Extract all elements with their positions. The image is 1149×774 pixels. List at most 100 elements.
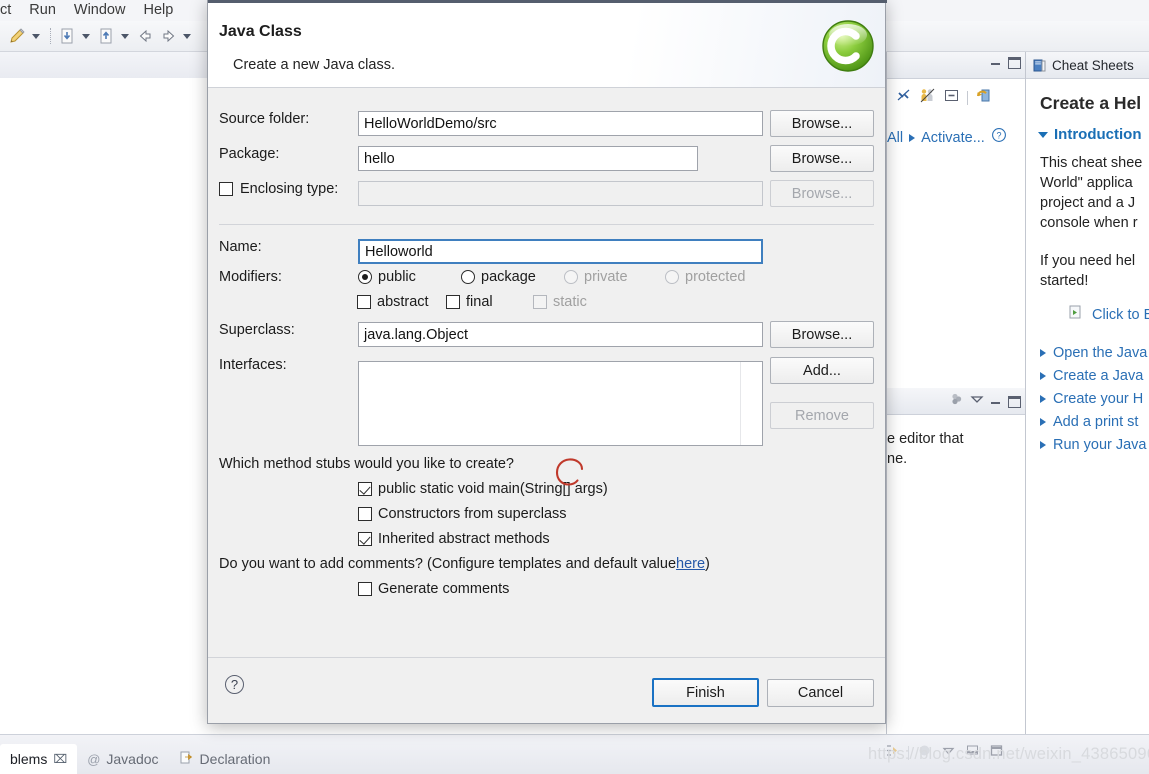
nav-dropdown-caret-icon[interactable] xyxy=(180,25,193,47)
close-icon[interactable]: ⌧ xyxy=(53,752,67,766)
checkbox-final[interactable] xyxy=(446,295,460,309)
maximize-icon[interactable] xyxy=(1008,56,1021,69)
cheat-sheets-tabstrip[interactable]: Cheat Sheets xyxy=(1026,52,1149,79)
superclass-browse-button[interactable]: Browse... xyxy=(770,321,874,348)
cancel-button[interactable]: Cancel xyxy=(767,679,874,707)
source-folder-label: Source folder: xyxy=(219,111,310,127)
interfaces-listbox[interactable] xyxy=(358,361,763,446)
menu-item-window[interactable]: Window xyxy=(65,0,135,21)
forward-arrow-icon[interactable] xyxy=(157,25,179,47)
minimize-icon[interactable] xyxy=(989,394,1004,409)
cheat-sheet-step-4[interactable]: Add a print st xyxy=(1040,414,1149,430)
cheat-sheet-step-5[interactable]: Run your Java xyxy=(1040,437,1149,453)
modifier-radio-package[interactable]: package xyxy=(461,269,536,285)
maximize-icon[interactable] xyxy=(1008,395,1021,408)
cheat-sheet-step-label[interactable]: Create a Java xyxy=(1053,368,1143,384)
dialog-heading: Java Class xyxy=(219,23,302,40)
cheat-sheet-step-label[interactable]: Create your H xyxy=(1053,391,1143,407)
outline-text-line-1: e editor that xyxy=(887,431,964,447)
view-menu-icon[interactable] xyxy=(969,391,985,412)
modifier-flag-label: static xyxy=(553,294,587,310)
refresh-icon[interactable] xyxy=(975,87,992,109)
import-dropdown-caret-icon[interactable] xyxy=(79,25,92,47)
outline-text-line-2: ne. xyxy=(887,451,908,467)
welcome-link-all[interactable]: All xyxy=(887,130,903,146)
cheat-sheet-begin-row[interactable]: Click to B xyxy=(1068,304,1149,325)
cheat-sheet-begin-link[interactable]: Click to B xyxy=(1092,307,1149,323)
package-input[interactable]: hello xyxy=(358,146,698,171)
modifier-checkbox-abstract[interactable]: abstract xyxy=(357,294,429,310)
cheat-sheet-paragraph-line-1: This cheat shee xyxy=(1040,155,1143,171)
minimize-icon[interactable] xyxy=(989,55,1004,70)
export-dropdown-caret-icon[interactable] xyxy=(118,25,131,47)
bottom-tab-javadoc[interactable]: @ Javadoc xyxy=(77,744,168,774)
modifier-checkbox-final[interactable]: final xyxy=(446,294,493,310)
source-folder-input[interactable]: HelloWorldDemo/src xyxy=(358,111,763,136)
modifier-flag-label: final xyxy=(466,294,493,310)
dialog-footer: ? Finish Cancel xyxy=(208,657,885,723)
pencil-icon[interactable] xyxy=(6,25,28,47)
generate-comments-checkbox-row[interactable]: Generate comments xyxy=(358,581,509,597)
modifiers-label: Modifiers: xyxy=(219,269,282,285)
interfaces-add-button[interactable]: Add... xyxy=(770,357,874,384)
help-circle-icon[interactable]: ? xyxy=(991,127,1007,148)
welcome-link-activate[interactable]: Activate... xyxy=(921,130,985,146)
interfaces-label: Interfaces: xyxy=(219,357,287,373)
source-folder-browse-button[interactable]: Browse... xyxy=(770,110,874,137)
cheat-sheet-step-label[interactable]: Add a print st xyxy=(1053,414,1138,430)
configure-templates-link[interactable]: here xyxy=(676,556,705,572)
cheat-sheet-step-1[interactable]: Open the Java xyxy=(1040,345,1149,361)
bottom-tab-label: Declaration xyxy=(199,751,271,767)
method-stubs-question: Which method stubs would you like to cre… xyxy=(219,456,514,472)
menu-item-project[interactable]: ct xyxy=(0,0,20,21)
chevron-right-icon xyxy=(1040,349,1046,357)
radio-package[interactable] xyxy=(461,270,475,284)
chevron-right-icon xyxy=(1040,418,1046,426)
chevron-right-icon xyxy=(1040,372,1046,380)
bottom-tab-declaration[interactable]: Declaration xyxy=(169,744,281,774)
stub-label: Inherited abstract methods xyxy=(378,531,550,547)
outline-panel: e editor that ne. xyxy=(886,388,1025,734)
cheat-sheets-tab-label[interactable]: Cheat Sheets xyxy=(1052,58,1134,73)
checkbox-abstract[interactable] xyxy=(357,295,371,309)
superclass-input[interactable]: java.lang.Object xyxy=(358,322,763,347)
name-input[interactable]: Helloworld xyxy=(358,239,763,264)
cheat-sheet-section-introduction[interactable]: Introduction xyxy=(1038,126,1149,143)
checkbox-main-method[interactable] xyxy=(358,482,372,496)
people-icon[interactable] xyxy=(919,87,936,109)
enclosing-type-checkbox[interactable] xyxy=(219,182,233,196)
bottom-tab-problems[interactable]: blems ⌧ xyxy=(0,744,78,774)
export-icon[interactable] xyxy=(95,25,117,47)
cheat-sheet-step-label[interactable]: Open the Java xyxy=(1053,345,1147,361)
back-arrow-icon[interactable] xyxy=(134,25,156,47)
finish-button[interactable]: Finish xyxy=(652,678,759,707)
collapse-icon[interactable] xyxy=(943,87,960,109)
group-icon[interactable] xyxy=(949,391,965,412)
pencil-dropdown-caret-icon[interactable] xyxy=(29,25,42,47)
chevron-right-icon xyxy=(1040,395,1046,403)
modifier-radio-public[interactable]: public xyxy=(358,269,416,285)
stub-checkbox-inherited[interactable]: Inherited abstract methods xyxy=(358,531,550,547)
comments-question: Do you want to add comments? (Configure … xyxy=(219,556,710,572)
stub-checkbox-main[interactable]: public static void main(String[] args) xyxy=(358,481,608,497)
enclosing-type-row[interactable]: Enclosing type: xyxy=(219,181,338,197)
cheat-sheet-title: Create a Hel xyxy=(1040,93,1142,113)
radio-public[interactable] xyxy=(358,270,372,284)
unlink-icon[interactable] xyxy=(895,87,912,109)
help-icon[interactable]: ? xyxy=(225,675,244,694)
cheat-sheets-panel: Cheat Sheets Create a Hel Introduction T… xyxy=(1025,52,1149,734)
outline-panel-tabstrip xyxy=(887,388,1025,415)
cheat-sheet-paragraph2-line-2: started! xyxy=(1040,273,1089,289)
stub-checkbox-constructors[interactable]: Constructors from superclass xyxy=(358,506,567,522)
checkbox-constructors[interactable] xyxy=(358,507,372,521)
package-browse-button[interactable]: Browse... xyxy=(770,145,874,172)
import-icon[interactable] xyxy=(56,25,78,47)
checkbox-generate-comments[interactable] xyxy=(358,582,372,596)
cheat-sheet-step-label[interactable]: Run your Java xyxy=(1053,437,1147,453)
menu-item-run[interactable]: Run xyxy=(20,0,65,21)
cheat-sheet-step-3[interactable]: Create your H xyxy=(1040,391,1149,407)
cheat-sheet-step-2[interactable]: Create a Java xyxy=(1040,368,1149,384)
menu-item-help[interactable]: Help xyxy=(134,0,182,21)
modifier-label: package xyxy=(481,269,536,285)
checkbox-inherited-abstract[interactable] xyxy=(358,532,372,546)
